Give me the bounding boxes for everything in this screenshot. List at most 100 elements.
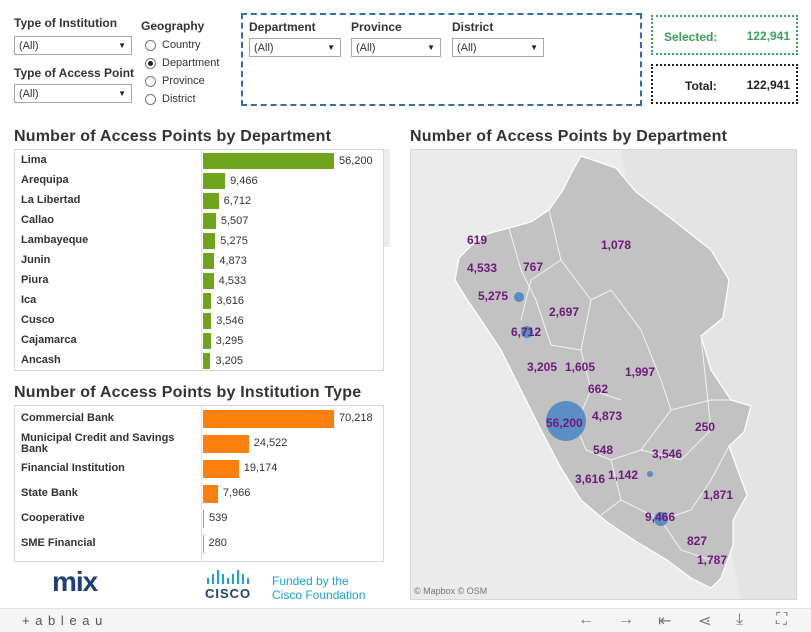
type-of-institution-dropdown[interactable]: (All) ▼ [14, 36, 132, 55]
bar[interactable] [203, 333, 211, 349]
map-label: 619 [467, 233, 487, 247]
geography-option-district[interactable]: District [145, 93, 196, 105]
bar-category-label: Arequipa [21, 174, 69, 186]
option-label: Department [162, 57, 220, 69]
funded-line-2: Cisco Foundation [272, 588, 366, 602]
type-of-access-point-dropdown[interactable]: (All) ▼ [14, 84, 132, 103]
tableau-toolbar: + a b l e a u ← → ⇤ ⋖ ⤓ ⛶ [0, 608, 811, 632]
bar[interactable] [203, 193, 219, 209]
district-filter-label: District [452, 20, 494, 34]
label-column-divider [201, 150, 202, 370]
chevron-down-icon: ▼ [327, 43, 335, 52]
peru-map[interactable]: 619 1,078 4,533 767 5,275 2,697 6,712 3,… [410, 149, 797, 600]
bar-category-label: Municipal Credit and Savings Bank [21, 432, 175, 455]
bubble-cusco-small[interactable] [647, 471, 653, 477]
fullscreen-icon[interactable]: ⛶ [776, 611, 787, 629]
map-label: 4,533 [467, 261, 497, 275]
dept-chart-scrollbar[interactable] [384, 149, 390, 247]
map-label: 548 [593, 443, 613, 457]
option-label: Country [162, 39, 201, 51]
bar-value-label: 19,174 [243, 462, 278, 474]
share-icon[interactable]: ⋖ [698, 611, 711, 631]
tableau-brand[interactable]: + a b l e a u [22, 613, 103, 628]
district-dropdown[interactable]: (All) ▼ [452, 38, 544, 57]
bar-category-label: State Bank [21, 487, 78, 499]
bar[interactable] [203, 435, 249, 453]
bar-category-label: Lima [21, 154, 47, 166]
radio-icon [145, 75, 156, 87]
bar[interactable] [203, 293, 212, 309]
cisco-bars-icon [205, 570, 265, 584]
bar-value-label: 3,546 [216, 315, 244, 327]
bar[interactable] [203, 173, 226, 189]
geography-option-province[interactable]: Province [145, 75, 205, 87]
chevron-down-icon: ▼ [118, 89, 126, 98]
mix-logo: mix [52, 566, 98, 598]
map-label: 6,712 [511, 325, 541, 339]
bar-category-label: Junin [21, 254, 51, 266]
map-label: 1,787 [697, 553, 727, 567]
bar-value-label: 5,275 [220, 235, 248, 247]
type-of-access-point-label: Type of Access Point [14, 66, 135, 80]
bar[interactable] [203, 510, 204, 528]
radio-icon [145, 39, 156, 51]
revert-icon[interactable]: ⇤ [658, 611, 671, 631]
bar[interactable] [203, 233, 216, 249]
dept-bar-chart: Lima 56,200 Arequipa 9,466 La Libertad 6,712 C… [14, 149, 384, 371]
chevron-down-icon: ▼ [427, 43, 435, 52]
bar[interactable] [203, 410, 334, 428]
geography-label: Geography [141, 19, 205, 33]
bar-value-label: 4,533 [218, 275, 247, 287]
selected-summary-box: Selected: 122,941 [651, 15, 798, 55]
cisco-logo: CISCO [205, 570, 265, 601]
cisco-wordmark: CISCO [205, 586, 252, 601]
map-attribution: © Mapbox © OSM [414, 586, 488, 596]
map-label: 1,605 [565, 360, 595, 374]
bar[interactable] [203, 460, 239, 478]
funded-line-1: Funded by the [272, 574, 349, 588]
bar[interactable] [203, 485, 218, 503]
bubble-lambayeque[interactable] [514, 292, 524, 302]
geography-option-country[interactable]: Country [145, 39, 201, 51]
bar-category-label: Ancash [21, 354, 61, 366]
bar[interactable] [203, 353, 211, 369]
geography-option-department[interactable]: Department [145, 57, 219, 69]
redo-icon[interactable]: → [618, 611, 634, 629]
bar[interactable] [203, 253, 215, 269]
bar-category-label: Lambayeque [21, 234, 89, 246]
bar[interactable] [203, 535, 204, 553]
bar-value-label: 6,712 [223, 195, 252, 207]
selected-value: 122,941 [746, 29, 790, 43]
type-of-institution-label: Type of Institution [14, 16, 118, 30]
map-label: 1,997 [625, 365, 655, 379]
bar-category-label: Callao [21, 214, 55, 226]
chevron-down-icon: ▼ [530, 43, 538, 52]
department-dropdown[interactable]: (All) ▼ [249, 38, 341, 57]
map-title: Number of Access Points by Department [410, 128, 728, 145]
bar-value-label: 70,218 [339, 412, 373, 424]
map-label: 3,205 [527, 360, 557, 374]
bar[interactable] [203, 153, 334, 169]
map-label: 3,616 [575, 472, 605, 486]
undo-icon[interactable]: ← [578, 611, 594, 629]
department-value: (All) [254, 42, 274, 54]
option-label: District [162, 93, 196, 105]
bar-category-label: La Libertad [21, 194, 81, 206]
map-label: 56,200 [546, 416, 583, 430]
province-dropdown[interactable]: (All) ▼ [351, 38, 441, 57]
bar[interactable] [203, 313, 212, 329]
bar-category-label: Cooperative [21, 512, 85, 524]
bar[interactable] [203, 273, 214, 289]
province-filter-label: Province [351, 20, 402, 34]
bar-value-label: 539 [209, 512, 228, 524]
funded-by-text: Funded by the Cisco Foundation [272, 574, 365, 602]
bar-category-label: Cajamarca [21, 334, 77, 346]
map-label: 1,078 [601, 238, 631, 252]
map-label: 662 [588, 382, 608, 396]
download-icon[interactable]: ⤓ [736, 611, 743, 629]
bar[interactable] [203, 213, 216, 229]
department-filter-label: Department [249, 20, 316, 34]
bar-category-label: Cusco [21, 314, 55, 326]
map-label: 9,466 [645, 510, 675, 524]
bar-value-label: 9,466 [230, 175, 258, 187]
